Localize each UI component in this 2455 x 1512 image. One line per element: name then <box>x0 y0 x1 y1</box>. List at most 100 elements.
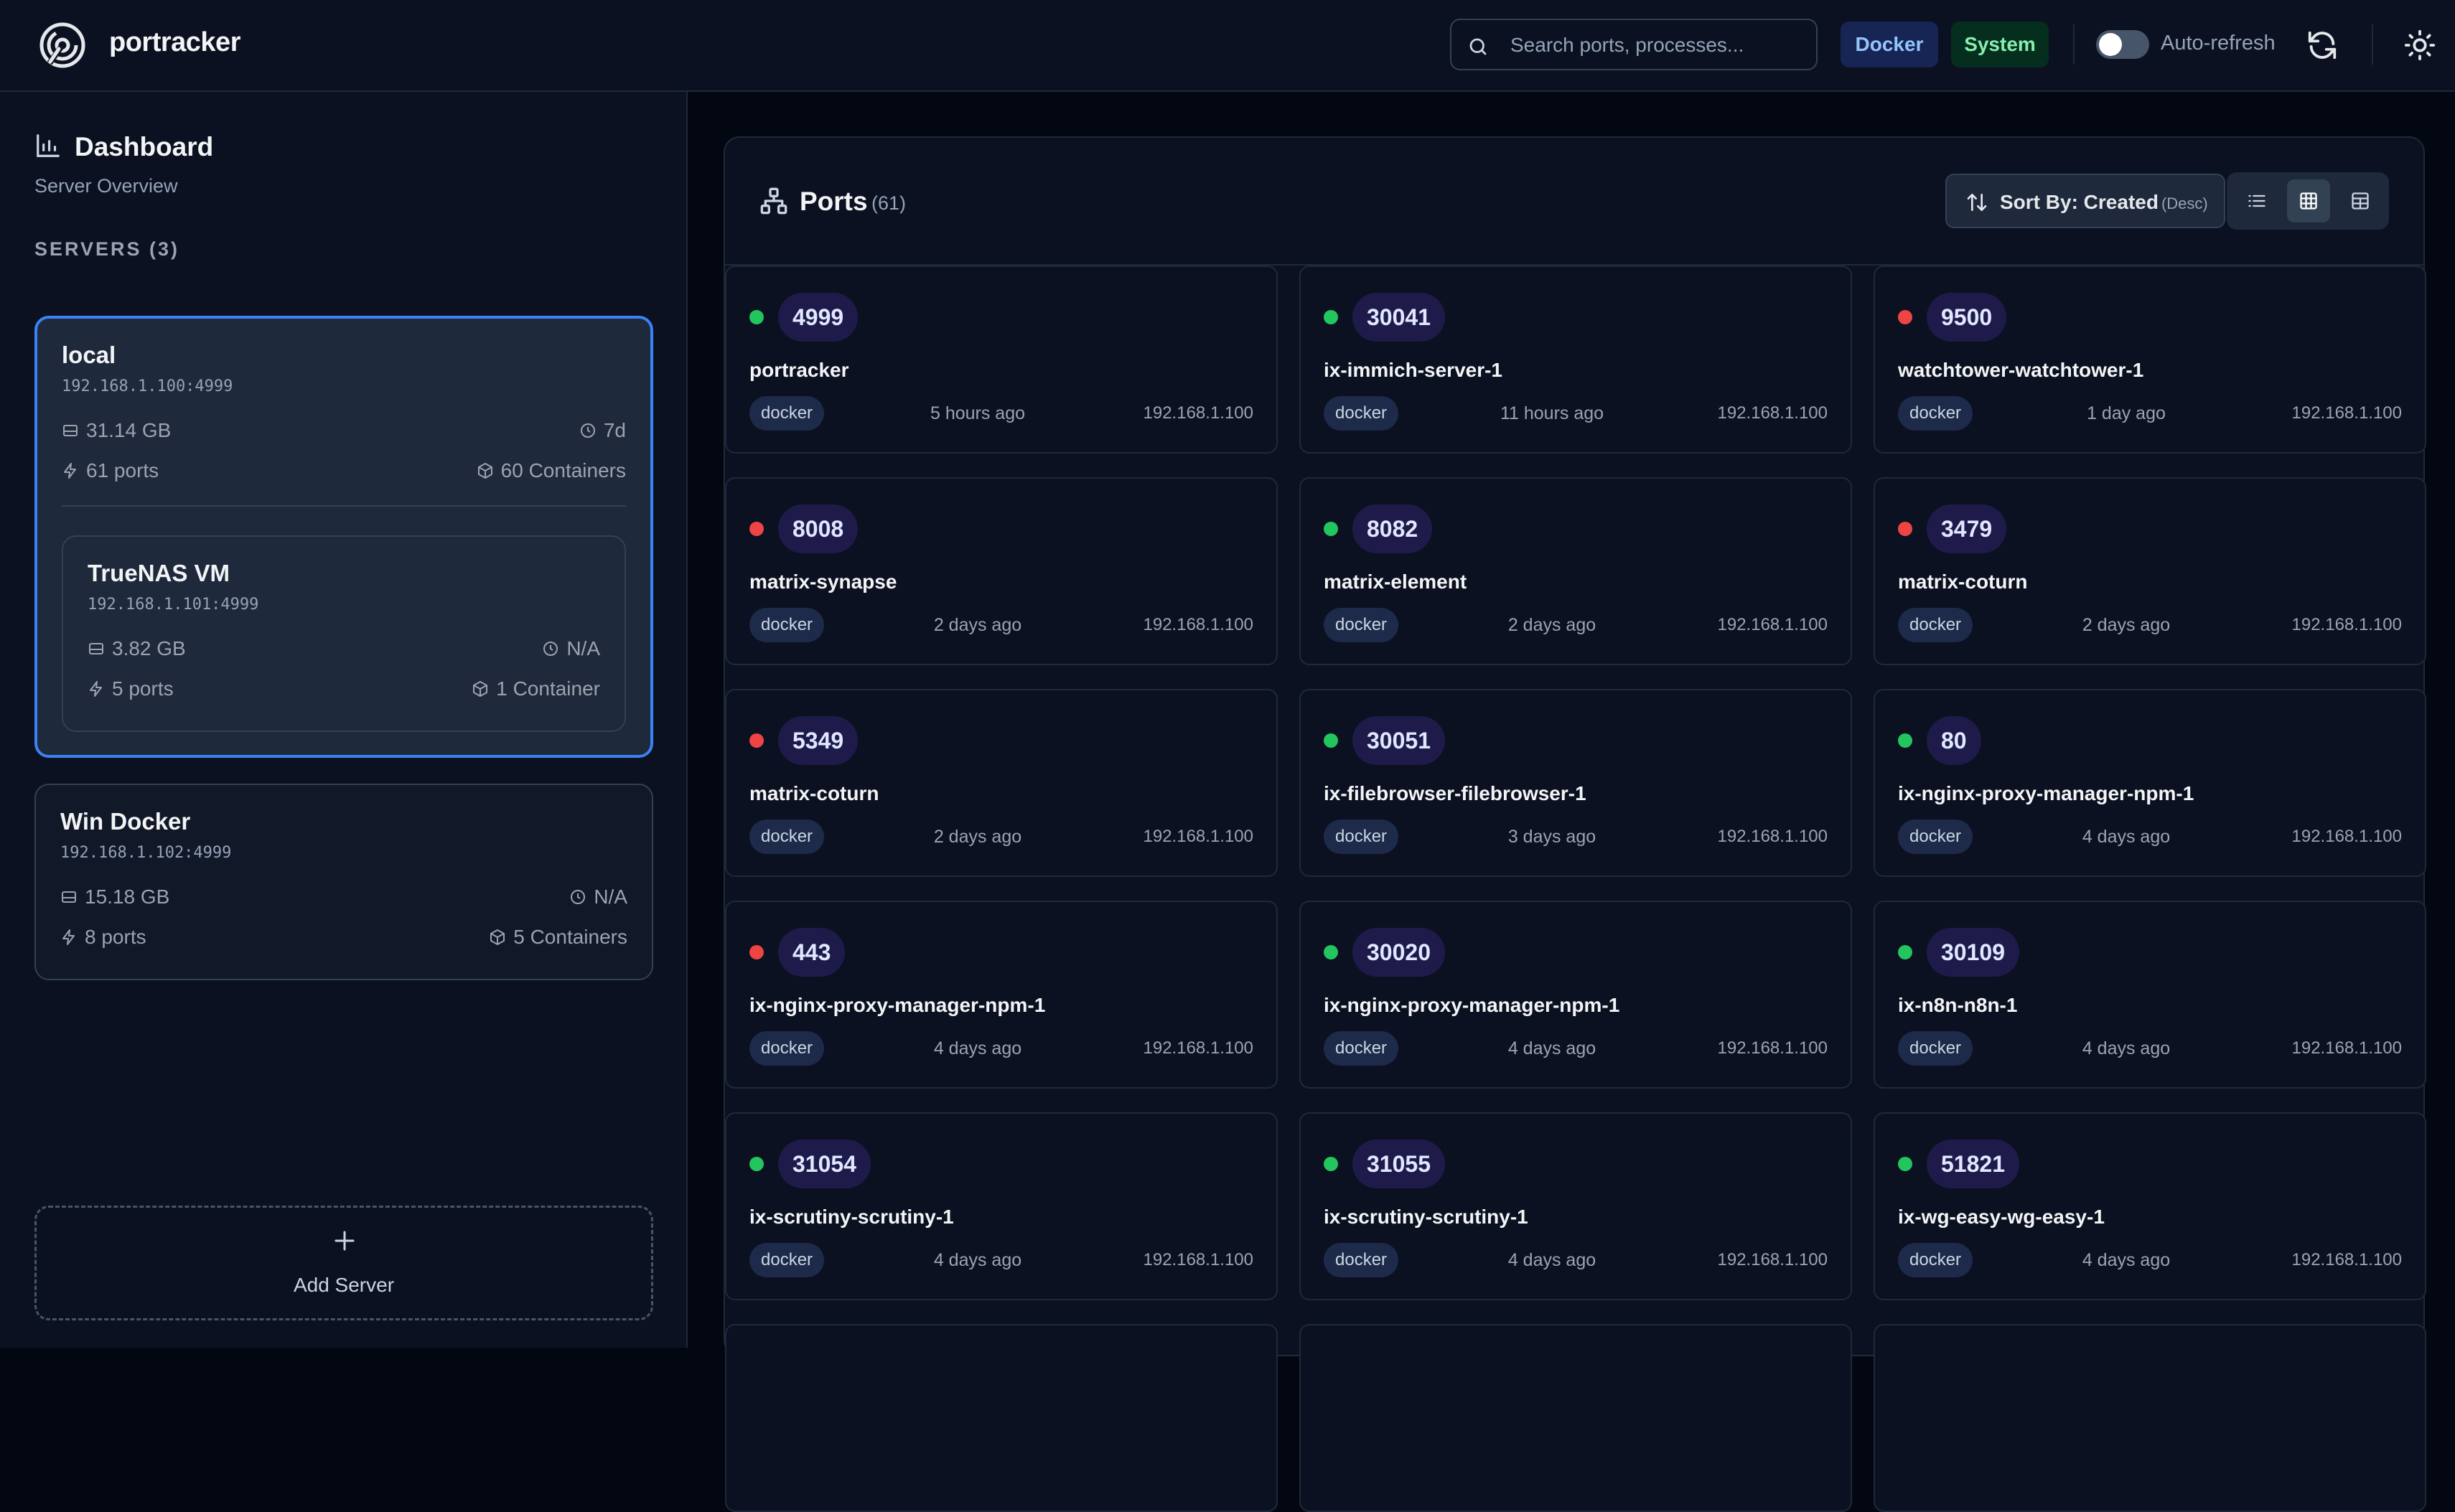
sort-button[interactable]: Sort By: Created (Desc) <box>1945 174 2225 228</box>
port-card[interactable]: 30041 ix-immich-server-1 docker 11 hours ag… <box>1299 266 1852 454</box>
service-name: ix-nginx-proxy-manager-npm-1 <box>1898 782 2194 804</box>
port-number: 30109 <box>1927 928 2019 977</box>
host-ip: 192.168.1.100 <box>2291 615 2402 634</box>
clock-icon <box>571 890 586 904</box>
refresh-icon[interactable] <box>2306 29 2339 62</box>
clock-icon <box>580 423 595 438</box>
hard-drive-icon <box>89 643 103 654</box>
port-card[interactable] <box>1874 1324 2426 1512</box>
port-number: 4999 <box>778 293 859 342</box>
system-filter-button[interactable]: System <box>1951 22 2049 67</box>
port-card[interactable]: 80 ix-nginx-proxy-manager-npm-1 docker 4 da… <box>1874 689 2426 877</box>
host-ip: 192.168.1.100 <box>1717 1038 1828 1058</box>
created-time: 4 days ago <box>2082 827 2171 847</box>
status-dot <box>1324 945 1338 959</box>
add-server-button[interactable]: Add Server <box>34 1206 653 1320</box>
created-time: 4 days ago <box>933 1250 1022 1270</box>
host-ip: 192.168.1.100 <box>1143 403 1253 423</box>
port-number: 80 <box>1927 716 1981 765</box>
grid-view-button[interactable] <box>2287 179 2330 222</box>
port-card[interactable]: 8008 matrix-synapse docker 2 days ago 192.16… <box>725 477 1278 665</box>
container-icon <box>490 929 505 945</box>
port-number: 5349 <box>778 716 859 765</box>
status-dot <box>1324 733 1338 748</box>
server-ports: 61 ports <box>62 459 159 482</box>
docker-filter-button[interactable]: Docker <box>1841 22 1938 67</box>
auto-refresh-toggle[interactable] <box>2096 30 2149 59</box>
server-card-truenas-vm[interactable]: TrueNAS VM 192.168.1.101:4999 3.82 GB N/… <box>62 535 626 732</box>
host-ip: 192.168.1.100 <box>2291 827 2402 846</box>
server-ports: 5 ports <box>88 677 174 700</box>
server-containers: 60 Containers <box>477 459 626 482</box>
port-number: 31054 <box>778 1140 871 1188</box>
service-name: ix-n8n-n8n-1 <box>1898 994 2018 1016</box>
port-card[interactable]: 443 ix-nginx-proxy-manager-npm-1 docker 4 d… <box>725 901 1278 1089</box>
port-number: 3479 <box>1927 504 2007 553</box>
server-divider <box>62 505 626 507</box>
port-card[interactable]: 30109 ix-n8n-n8n-1 docker 4 days ago 192.168… <box>1874 901 2426 1089</box>
list-icon <box>2248 194 2265 207</box>
source-badge: docker <box>749 396 825 431</box>
port-card[interactable]: 31055 ix-scrutiny-scrutiny-1 docker 4 days … <box>1299 1112 1852 1300</box>
port-card[interactable]: 9500 watchtower-watchtower-1 docker 1 day a… <box>1874 266 2426 454</box>
port-card[interactable] <box>725 1324 1278 1512</box>
service-name: ix-wg-easy-wg-easy-1 <box>1898 1206 2105 1228</box>
service-name: matrix-element <box>1324 570 1467 593</box>
created-time: 11 hours ago <box>1500 403 1604 423</box>
server-card-win-docker[interactable]: Win Docker 192.168.1.102:4999 15.18 GB N… <box>34 784 653 980</box>
status-dot <box>1898 733 1912 748</box>
port-card[interactable]: 5349 matrix-coturn docker 2 days ago 192.168… <box>725 689 1278 877</box>
source-badge: docker <box>1324 608 1399 642</box>
sun-icon[interactable] <box>2403 29 2436 62</box>
port-card[interactable]: 30051 ix-filebrowser-filebrowser-1 docker 3… <box>1299 689 1852 877</box>
host-ip: 192.168.1.100 <box>1717 1250 1828 1269</box>
bolt-icon <box>62 929 75 945</box>
host-ip: 192.168.1.100 <box>1143 615 1253 634</box>
host-ip: 192.168.1.100 <box>1143 827 1253 846</box>
source-badge: docker <box>1324 820 1399 854</box>
table-view-button[interactable] <box>2339 179 2382 222</box>
dashboard-title: Dashboard <box>75 132 214 161</box>
server-storage: 3.82 GB <box>88 637 186 660</box>
port-card[interactable]: 4999 portracker docker 5 hours ago 192.168.1… <box>725 266 1278 454</box>
port-card[interactable]: 3479 matrix-coturn docker 2 days ago 192.168… <box>1874 477 2426 665</box>
server-name: Win Docker <box>60 808 191 835</box>
service-name: ix-immich-server-1 <box>1324 359 1503 381</box>
source-badge: docker <box>749 1031 825 1066</box>
source-badge: docker <box>749 1243 825 1277</box>
source-badge: docker <box>1324 1243 1399 1277</box>
port-card[interactable]: 51821 ix-wg-easy-wg-easy-1 docker 4 days ag… <box>1874 1112 2426 1300</box>
host-ip: 192.168.1.100 <box>2291 403 2402 423</box>
created-time: 4 days ago <box>933 1038 1022 1058</box>
clock-icon <box>543 642 558 656</box>
host-ip: 192.168.1.100 <box>1143 1250 1253 1269</box>
port-number: 30041 <box>1352 293 1445 342</box>
status-dot <box>1898 1157 1912 1171</box>
server-uptime: N/A <box>542 637 600 660</box>
bar-chart-icon <box>37 134 60 157</box>
created-time: 2 days ago <box>2082 615 2171 635</box>
port-card[interactable] <box>1299 1324 1852 1512</box>
port-number: 31055 <box>1352 1140 1445 1188</box>
port-card[interactable]: 30020 ix-nginx-proxy-manager-npm-1 docker 4… <box>1299 901 1852 1089</box>
bolt-icon <box>64 463 76 479</box>
status-dot <box>749 1157 764 1171</box>
source-badge: docker <box>749 820 825 854</box>
port-card[interactable]: 31054 ix-scrutiny-scrutiny-1 docker 4 days … <box>725 1112 1278 1300</box>
grid-icon <box>2300 192 2317 210</box>
source-badge: docker <box>1898 1031 1973 1066</box>
status-dot <box>749 733 764 748</box>
status-dot <box>749 310 764 324</box>
ports-panel: Ports (61) Sort By: Created (Desc) 4999 po… <box>724 136 2426 1512</box>
status-dot <box>749 945 764 959</box>
list-view-button[interactable] <box>2235 179 2278 222</box>
server-containers: 5 Containers <box>489 926 627 949</box>
port-number: 443 <box>778 928 846 977</box>
port-number: 9500 <box>1927 293 2007 342</box>
search-box[interactable] <box>1450 19 1818 70</box>
search-input[interactable] <box>1509 29 1810 62</box>
hard-drive-icon <box>62 891 76 903</box>
hard-drive-icon <box>63 425 78 436</box>
port-card[interactable]: 8082 matrix-element docker 2 days ago 192.16… <box>1299 477 1852 665</box>
server-card-local[interactable]: local 192.168.1.100:4999 31.14 GB 7d 61 … <box>34 316 653 758</box>
